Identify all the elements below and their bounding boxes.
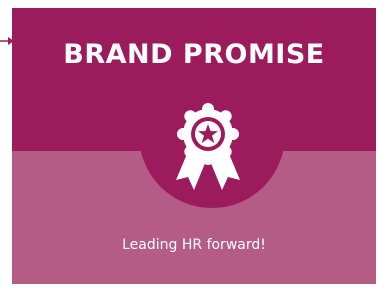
brand-promise-card: BRAND PROMISE Leading HR forward! [12,8,376,284]
award-ribbon-star-icon [176,103,240,190]
card-title: BRAND PROMISE [63,39,325,70]
card-tagline: Leading HR forward! [122,237,266,253]
brand-promise-graphic: BRAND PROMISE Leading HR forward! [0,0,380,289]
